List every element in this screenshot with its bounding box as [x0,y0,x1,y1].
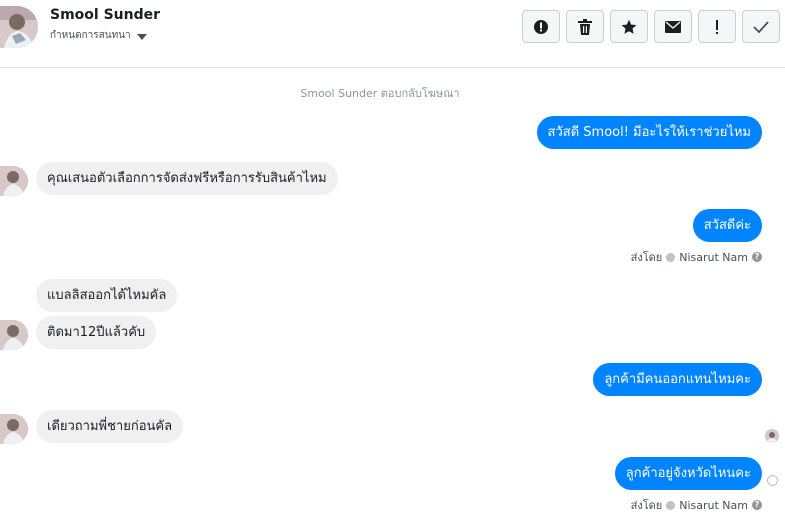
agent-name[interactable]: Nisarut Nam [679,251,748,264]
header-actions [522,10,780,43]
incoming-message[interactable]: ติดมา12ปีแล้วคับ [36,316,157,349]
sent-by-info: ส่งโดย Nisarut Nam ? [631,496,762,514]
alert-circle-icon [533,19,549,35]
outgoing-message[interactable]: สวัสดี Smool! มีอะไรให้เราช่วยไหม [536,116,762,149]
contact-avatar-small [0,166,28,196]
caret-down-icon [136,33,147,40]
mark-unread-button[interactable] [654,10,692,43]
star-icon [621,19,637,35]
incoming-message[interactable]: เดียวถามพี่ชายก่อนคัล [36,410,184,443]
delivered-check-icon [767,475,778,486]
star-button[interactable] [610,10,648,43]
agent-dot-icon [666,252,676,262]
help-icon[interactable]: ? [752,252,762,262]
conversation-stage-dropdown[interactable]: กำหนดการสนทนา [50,28,147,43]
done-button[interactable] [742,10,780,43]
seen-avatar [765,429,779,443]
contact-avatar-small [0,414,28,444]
exclamation-icon [715,19,719,35]
check-icon [753,20,769,33]
spam-button[interactable] [522,10,560,43]
trash-icon [578,18,592,35]
outgoing-message[interactable]: ลูกค้ามีคนออกแทนไหมคะ [593,363,762,396]
stage-label: กำหนดการสนทนา [50,30,131,41]
outgoing-message[interactable]: ลูกค้าอยู่จังหวัดไหนคะ [614,457,762,490]
incoming-message[interactable]: แบลลิสออกได้ไหมคัล [36,279,178,312]
contact-avatar[interactable] [0,6,38,48]
sent-by-label: ส่งโดย [630,251,663,264]
sent-by-label: ส่งโดย [630,499,663,512]
sent-by-info: ส่งโดย Nisarut Nam ? [631,248,762,266]
agent-name[interactable]: Nisarut Nam [679,499,748,512]
conversation-header: Smool Sunder กำหนดการสนทนา [0,0,785,68]
agent-dot-icon [666,500,676,510]
outgoing-message[interactable]: สวัสดีค่ะ [692,209,762,242]
ad-reply-notice: Smool Sunder ตอบกลับโฆษณา [300,87,460,100]
help-icon[interactable]: ? [752,500,762,510]
delete-button[interactable] [566,10,604,43]
incoming-message[interactable]: คุณเสนอตัวเลือกการจัดส่งฟรีหรือการรับสิน… [36,162,338,195]
contact-avatar-small [0,320,28,350]
envelope-icon [665,20,681,33]
contact-name[interactable]: Smool Sunder [50,7,160,23]
follow-up-button[interactable] [698,10,736,43]
